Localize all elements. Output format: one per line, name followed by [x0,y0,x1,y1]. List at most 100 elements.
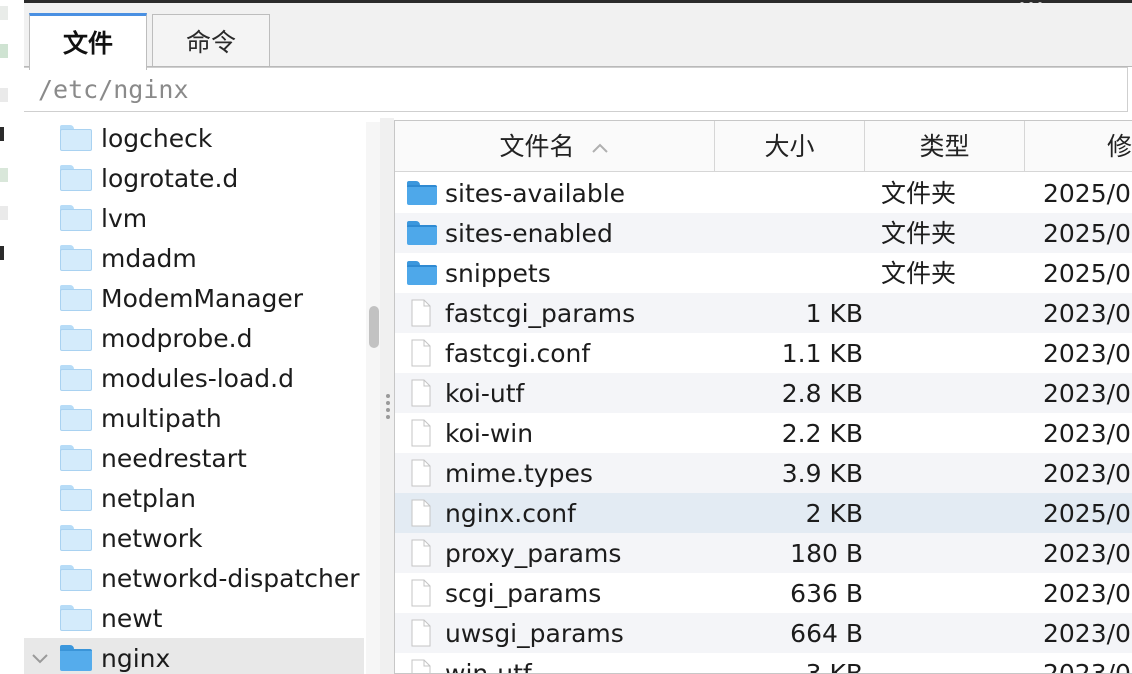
tree-item[interactable]: networkd-dispatcher [24,558,364,598]
column-header-name[interactable]: 文件名 [395,121,715,171]
file-row[interactable]: win-utf 3 KB 2023/0 [395,653,1132,674]
file-size: 3.9 KB [781,459,863,488]
tab-files[interactable]: 文件 [29,13,147,70]
file-row[interactable]: sites-available 文件夹 2025/0 [395,173,1132,213]
tree-item[interactable]: modprobe.d [24,318,364,358]
file-name: scgi_params [445,579,602,608]
tree-item[interactable]: netplan [24,478,364,518]
file-type [881,333,1001,373]
file-size: 2.8 KB [781,379,863,408]
file-type [881,413,1001,453]
file-name: nginx.conf [445,499,576,528]
file-list[interactable]: 文件名 大小 类型 修 sites-available 文件夹 2025/0 site… [394,120,1132,674]
file-row[interactable]: koi-win 2.2 KB 2023/0 [395,413,1132,453]
tree-scrollbar[interactable] [366,122,380,674]
file-row[interactable]: sites-enabled 文件夹 2025/0 [395,213,1132,253]
tree-item[interactable]: newt [24,598,364,638]
file-icon [411,379,431,407]
file-icon [411,459,431,487]
path-input[interactable] [24,67,1128,112]
file-type: 文件夹 [881,220,957,248]
tree-item[interactable]: network [24,518,364,558]
file-row[interactable]: scgi_params 636 B 2023/0 [395,573,1132,613]
column-header-size[interactable]: 大小 [715,121,865,171]
tab-commands[interactable]: 命令 [152,14,270,68]
column-header-modified[interactable]: 修 [1025,121,1132,171]
file-row[interactable]: snippets 文件夹 2025/0 [395,253,1132,293]
tree-scrollbar-thumb[interactable] [369,306,379,348]
file-type [881,533,1001,573]
tree-item[interactable]: logcheck [24,118,364,158]
file-row[interactable]: fastcgi.conf 1.1 KB 2023/0 [395,333,1132,373]
file-type: 文件夹 [881,260,957,288]
file-name: koi-win [445,419,534,448]
folder-icon [60,405,92,431]
file-type [881,493,1001,533]
file-icon [411,299,431,327]
file-type [881,573,1001,613]
file-name: sites-enabled [445,219,613,248]
file-name: mime.types [445,459,593,488]
tree-item-label: logcheck [101,123,213,153]
tree-item-label: nginx [101,643,171,673]
splitter-grip-icon[interactable] [386,394,390,422]
tree-item[interactable]: nginx [24,638,364,674]
folder-icon [60,245,92,271]
folder-icon [60,125,92,151]
tree-item-label: mdadm [101,243,197,273]
tree-item[interactable]: mdadm [24,238,364,278]
file-row[interactable]: uwsgi_params 664 B 2023/0 [395,613,1132,653]
file-name: sites-available [445,179,626,208]
file-type: 文件夹 [881,180,957,208]
file-row[interactable]: koi-utf 2.8 KB 2023/0 [395,373,1132,413]
chevron-down-icon[interactable] [30,648,50,668]
file-modified: 2023/0 [1043,459,1131,488]
folder-icon [60,165,92,191]
tree-item[interactable]: logrotate.d [24,158,364,198]
tree-item[interactable]: multipath [24,398,364,438]
file-icon [411,419,431,447]
directory-tree[interactable]: logcheck logrotate.d lvm mdadm ModemManager m… [24,118,364,674]
tree-item[interactable]: lvm [24,198,364,238]
file-icon [411,339,431,367]
file-type [881,453,1001,493]
file-modified: 2023/0 [1043,339,1131,368]
edge-mark [0,6,8,20]
file-modified: 2025/0 [1043,219,1131,248]
file-size: 1 KB [805,299,863,328]
file-modified: 2023/0 [1043,659,1131,674]
file-size: 2.2 KB [781,419,863,448]
file-size: 664 B [790,619,863,648]
file-size: 1.1 KB [781,339,863,368]
file-name: fastcgi.conf [445,339,591,368]
tree-item[interactable]: modules-load.d [24,358,364,398]
tree-item[interactable]: ModemManager [24,278,364,318]
folder-icon [60,285,92,311]
folder-icon [60,325,92,351]
file-row[interactable]: mime.types 3.9 KB 2023/0 [395,453,1132,493]
file-size [725,253,863,293]
tree-item[interactable]: needrestart [24,438,364,478]
file-icon [411,619,431,647]
folder-icon [60,605,92,631]
file-row[interactable]: fastcgi_params 1 KB 2023/0 [395,293,1132,333]
folder-icon [407,261,437,285]
file-name: snippets [445,259,551,288]
file-name: proxy_params [445,539,622,568]
folder-icon [60,565,92,591]
path-bar [24,67,1132,114]
file-row[interactable]: nginx.conf 2 KB 2025/0 [395,493,1132,533]
tree-item-label: needrestart [101,443,247,473]
file-type [881,653,1001,673]
tree-item-label: ModemManager [101,283,304,313]
file-row[interactable]: proxy_params 180 B 2023/0 [395,533,1132,573]
file-type [881,373,1001,413]
file-modified: 2025/0 [1043,259,1131,288]
tab-bar: 文件 命令 [24,3,1132,70]
file-list-header: 文件名 大小 类型 修 [395,121,1132,172]
file-modified: 2023/0 [1043,299,1131,328]
folder-icon [60,365,92,391]
column-header-type[interactable]: 类型 [865,121,1025,171]
file-size: 180 B [790,539,863,568]
file-icon [411,579,431,607]
